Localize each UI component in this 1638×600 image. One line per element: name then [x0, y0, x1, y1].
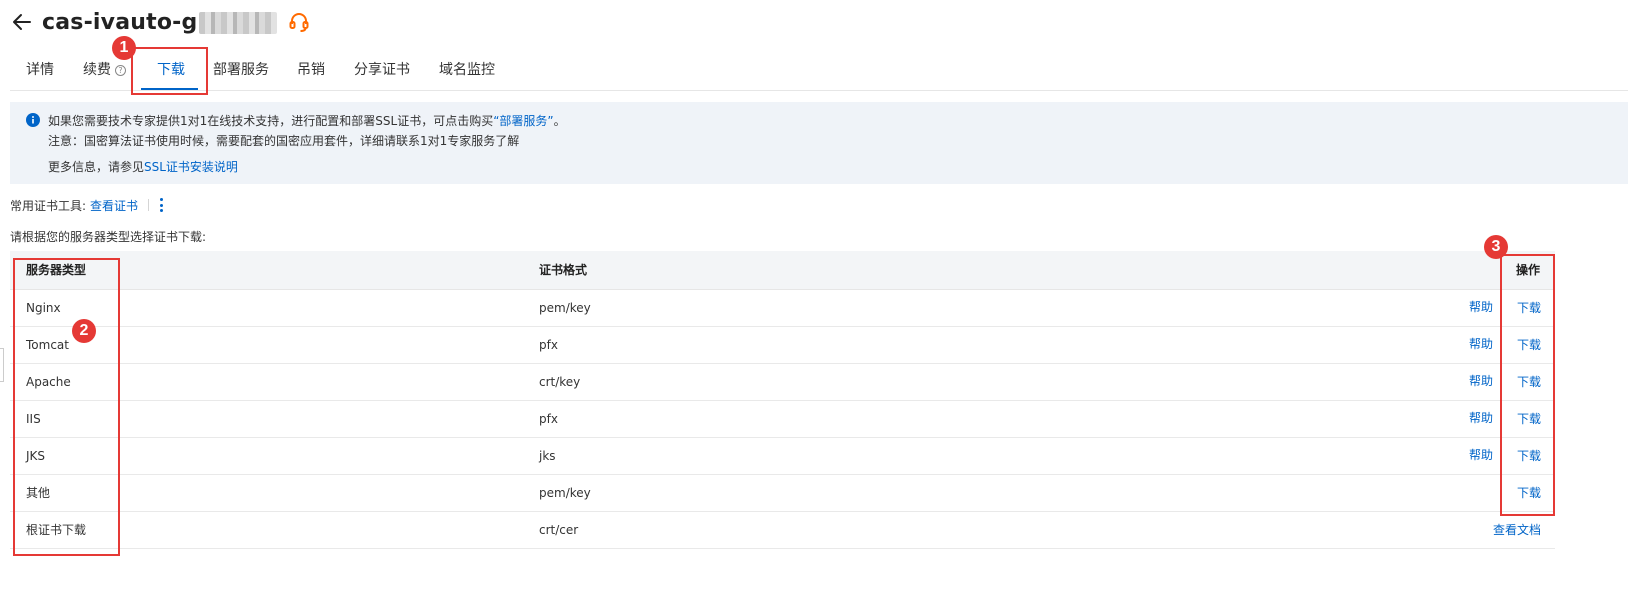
- table-row: Apache crt/key 帮助 下载: [10, 364, 1555, 401]
- tab-label: 部署服务: [213, 62, 269, 78]
- redacted-title-suffix: [199, 12, 278, 34]
- server-type-table: 服务器类型 证书格式 操作 Nginx pem/key 帮助 下载 Tomcat…: [10, 251, 1555, 549]
- view-docs-link[interactable]: 查看文档: [1493, 512, 1541, 549]
- cert-format-cell: crt/cer: [539, 523, 579, 537]
- page-header: cas-ivauto-g: [10, 4, 311, 40]
- help-link[interactable]: 帮助: [1469, 401, 1493, 438]
- tab-label: 吊销: [297, 62, 325, 78]
- table-row: JKS jks 帮助 下载: [10, 438, 1555, 475]
- cert-format-cell: jks: [539, 449, 556, 463]
- notice-text: 如果您需要技术专家提供1对1在线技术支持，进行配置和部署SSL证书，可点击购买: [48, 114, 494, 128]
- cert-format-cell: pfx: [539, 338, 558, 352]
- tab-label: 域名监控: [439, 62, 495, 78]
- notice-text: 。: [553, 114, 566, 128]
- side-drawer-handle[interactable]: [0, 348, 4, 382]
- help-link[interactable]: 帮助: [1469, 438, 1493, 475]
- tools-label: 常用证书工具:: [10, 198, 87, 213]
- help-link[interactable]: 帮助: [1469, 364, 1493, 401]
- info-icon: [26, 113, 40, 127]
- table-row: Nginx pem/key 帮助 下载: [10, 290, 1555, 327]
- annotation-box-download-tab: [131, 47, 208, 95]
- table-row: 其他 pem/key 下载: [10, 475, 1555, 512]
- headset-icon[interactable]: [287, 10, 311, 34]
- info-notice: 如果您需要技术专家提供1对1在线技术支持，进行配置和部署SSL证书，可点击购买“…: [10, 102, 1628, 184]
- question-icon[interactable]: ?: [115, 65, 126, 76]
- cert-format-cell: pfx: [539, 412, 558, 426]
- cert-format-cell: crt/key: [539, 375, 581, 389]
- annotation-badge-3: 3: [1484, 235, 1508, 259]
- annotation-badge-2: 2: [72, 319, 96, 343]
- notice-line-2: 注意：国密算法证书使用时候，需要配套的国密应用套件，详细请联系1对1专家服务了解: [48, 134, 520, 148]
- deploy-service-link[interactable]: “部署服务”: [493, 114, 553, 128]
- table-row: 根证书下载 crt/cer 查看文档: [10, 512, 1555, 549]
- cert-format-cell: pem/key: [539, 486, 591, 500]
- table-row: IIS pfx 帮助 下载: [10, 401, 1555, 438]
- arrow-left-icon[interactable]: [10, 10, 34, 34]
- tab-label: 详情: [26, 62, 54, 78]
- notice-text: 更多信息，请参见: [48, 160, 145, 174]
- table-header: 服务器类型 证书格式 操作: [10, 251, 1555, 290]
- notice-line-1: 如果您需要技术专家提供1对1在线技术支持，进行配置和部署SSL证书，可点击购买“…: [48, 112, 566, 129]
- table-row: Tomcat pfx 帮助 下载: [10, 327, 1555, 364]
- common-cert-tools: 常用证书工具: 查看证书: [10, 196, 163, 214]
- tab-label: 分享证书: [354, 62, 410, 78]
- ssl-install-guide-link[interactable]: SSL证书安装说明: [144, 160, 238, 174]
- help-link[interactable]: 帮助: [1469, 327, 1493, 364]
- tab-deploy-service[interactable]: 部署服务: [213, 50, 269, 90]
- certificate-detail-page: cas-ivauto-g 详情 续费? 下载 部署服务 吊销 分享证书 域名监控…: [0, 0, 1638, 600]
- tab-details[interactable]: 详情: [26, 50, 54, 90]
- tab-share-certificate[interactable]: 分享证书: [354, 50, 410, 90]
- annotation-box-server-type: [13, 258, 120, 556]
- tab-revoke[interactable]: 吊销: [297, 50, 325, 90]
- header-cert-format: 证书格式: [539, 263, 588, 277]
- more-vertical-icon[interactable]: [159, 197, 163, 213]
- help-link[interactable]: 帮助: [1469, 290, 1493, 327]
- view-certificate-link[interactable]: 查看证书: [90, 197, 138, 214]
- cert-format-cell: pem/key: [539, 301, 591, 315]
- download-instruction: 请根据您的服务器类型选择证书下载:: [10, 230, 207, 244]
- tab-label: 续费: [83, 62, 111, 78]
- page-title: cas-ivauto-g: [42, 9, 198, 35]
- annotation-badge-1: 1: [112, 36, 136, 60]
- notice-line-3: 更多信息，请参见SSL证书安装说明: [48, 158, 238, 175]
- annotation-box-action: [1500, 254, 1555, 516]
- tab-domain-monitor[interactable]: 域名监控: [439, 50, 495, 90]
- tab-bar: 详情 续费? 下载 部署服务 吊销 分享证书 域名监控: [10, 50, 1628, 91]
- divider: [148, 199, 150, 211]
